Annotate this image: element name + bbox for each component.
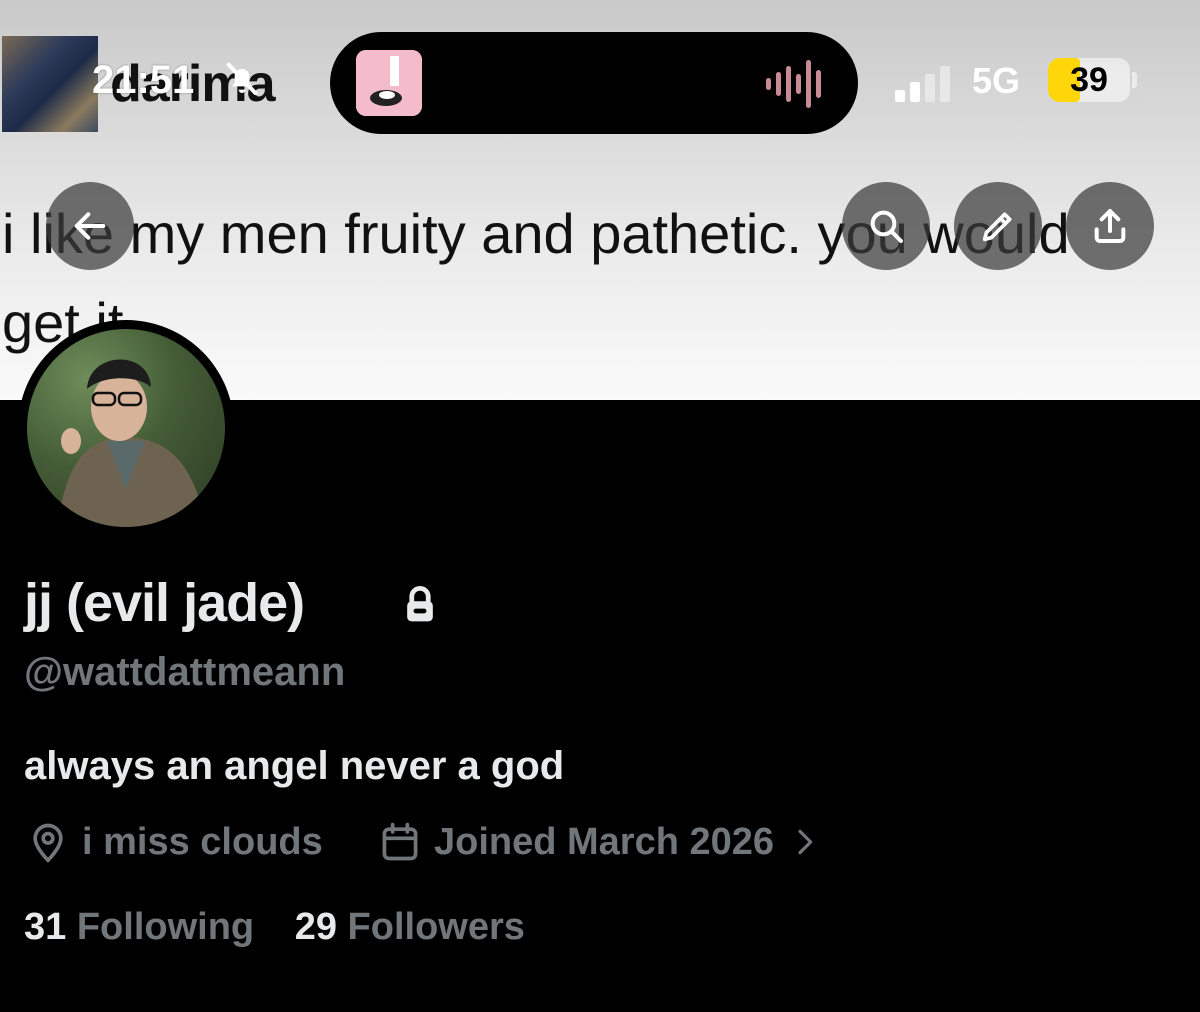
back-button[interactable] — [46, 182, 134, 270]
followers-link[interactable]: 29 Followers — [295, 906, 525, 948]
followers-label: Followers — [347, 906, 525, 948]
followers-count: 29 — [294, 906, 337, 948]
user-location: i miss clouds — [82, 820, 323, 863]
calendar-icon — [382, 822, 418, 861]
now-playing-artwork — [356, 50, 422, 116]
edit-button[interactable] — [954, 182, 1042, 270]
battery-nub — [1132, 72, 1137, 88]
display-name: jj (evil jade) — [24, 573, 305, 633]
avatar[interactable] — [27, 329, 225, 527]
pencil-icon — [982, 212, 1012, 242]
chevron-right-icon — [798, 829, 813, 855]
signal-icon — [895, 66, 950, 102]
joined-date: Joined March 2026 — [434, 820, 775, 863]
dynamic-island[interactable] — [330, 32, 858, 134]
battery-indicator: 39 — [1048, 58, 1130, 102]
sound-wave-icon — [766, 60, 821, 108]
bell-slash-icon — [226, 62, 258, 95]
battery-percentage: 39 — [1070, 61, 1108, 99]
status-time: 21:51 — [92, 58, 195, 102]
following-link[interactable]: 31 Following — [24, 906, 295, 948]
joined-meta[interactable]: Joined March 2026 — [378, 820, 820, 864]
following-label: Following — [76, 906, 255, 948]
location-meta: i miss clouds — [26, 820, 323, 864]
user-handle: @wattdattmeann — [24, 650, 346, 694]
back-arrow-icon — [74, 212, 106, 240]
following-count: 31 — [24, 906, 67, 948]
share-icon — [1094, 209, 1126, 243]
lock-icon — [407, 586, 433, 622]
location-pin-icon — [33, 823, 63, 863]
network-type: 5G — [972, 60, 1021, 101]
search-button[interactable] — [842, 182, 930, 270]
banner-thumbnail — [2, 36, 98, 132]
user-bio: always an angel never a god — [24, 744, 565, 788]
follow-counts: 31 Following 29 Followers — [24, 906, 525, 949]
share-button[interactable] — [1066, 182, 1154, 270]
search-icon — [870, 210, 903, 243]
